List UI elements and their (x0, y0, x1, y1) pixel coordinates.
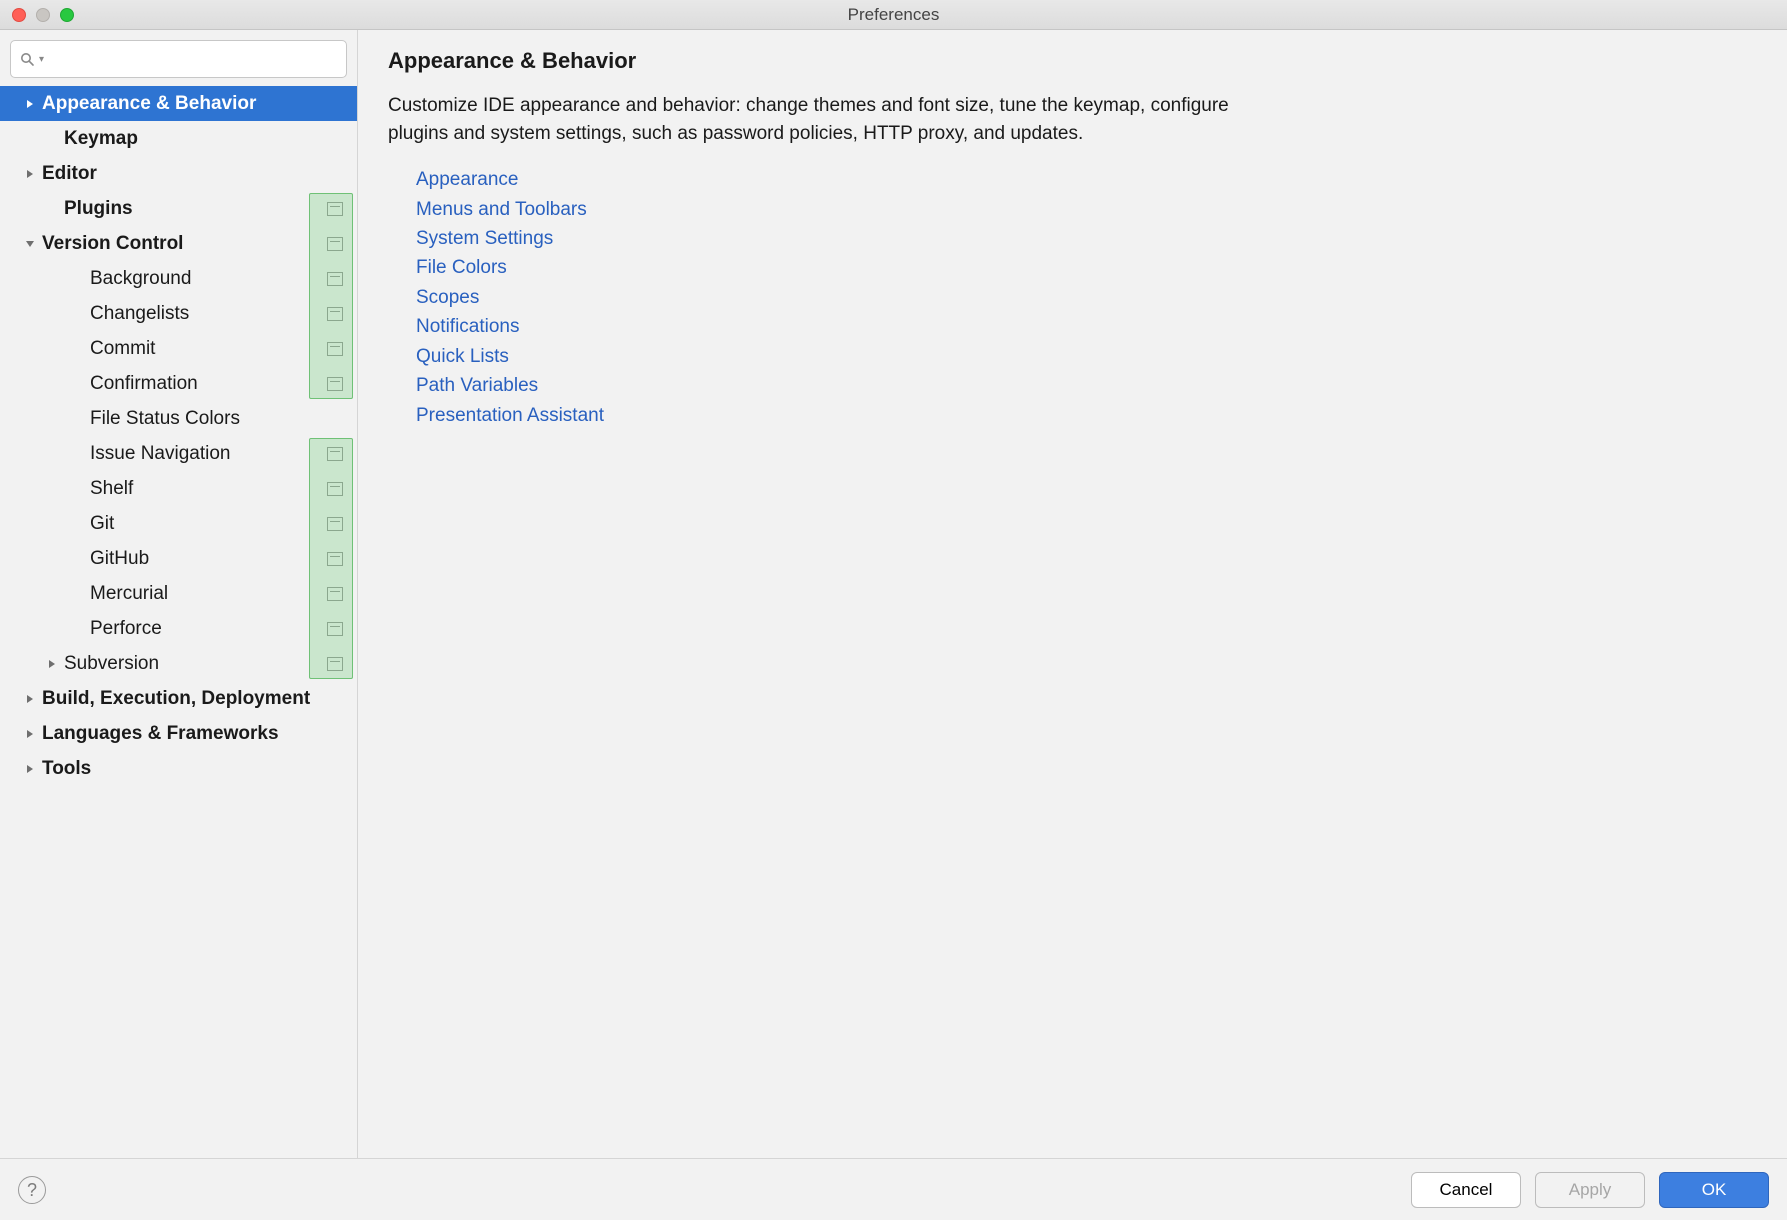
content-link[interactable]: Menus and Toolbars (416, 195, 1757, 224)
tree-item-label: Background (90, 268, 191, 290)
project-settings-icon (327, 552, 343, 566)
tree-item[interactable]: Mercurial (0, 576, 357, 611)
sidebar: ▾ Appearance & Behavior Keymap Editor Plugi… (0, 30, 358, 1158)
tree-item[interactable]: Git (0, 506, 357, 541)
project-settings-icon (327, 657, 343, 671)
project-settings-icon (327, 482, 343, 496)
content-link[interactable]: Presentation Assistant (416, 401, 1757, 430)
content-link[interactable]: Quick Lists (416, 342, 1757, 371)
tree-item-label: Build, Execution, Deployment (42, 688, 310, 710)
project-settings-icon (327, 202, 343, 216)
tree-item[interactable]: Tools (0, 751, 357, 786)
tree-item[interactable]: Background (0, 261, 357, 296)
settings-tree: Appearance & Behavior Keymap Editor Plugins… (0, 86, 357, 1158)
tree-item[interactable]: Languages & Frameworks (0, 716, 357, 751)
tree-item[interactable]: Plugins (0, 191, 357, 226)
chevron-right-icon (22, 99, 38, 109)
tree-item-label: Version Control (42, 233, 183, 255)
chevron-right-icon (22, 694, 38, 704)
tree-item[interactable]: Editor (0, 156, 357, 191)
tree-item-label: Tools (42, 758, 91, 780)
tree-item[interactable]: GitHub (0, 541, 357, 576)
main-area: ▾ Appearance & Behavior Keymap Editor Plugi… (0, 30, 1787, 1158)
project-settings-icon (327, 272, 343, 286)
project-settings-icon (327, 377, 343, 391)
chevron-right-icon (44, 659, 60, 669)
content-link[interactable]: Appearance (416, 165, 1757, 194)
content-pane: Appearance & Behavior Customize IDE appe… (358, 30, 1787, 1158)
tree-item-label: Languages & Frameworks (42, 723, 279, 745)
project-settings-icon (327, 342, 343, 356)
titlebar: Preferences (0, 0, 1787, 30)
tree-item[interactable]: Shelf (0, 471, 357, 506)
tree-item[interactable]: Issue Navigation (0, 436, 357, 471)
tree-item-label: Subversion (64, 653, 159, 675)
content-description: Customize IDE appearance and behavior: c… (388, 92, 1288, 147)
cancel-button[interactable]: Cancel (1411, 1172, 1521, 1208)
tree-item[interactable]: File Status Colors (0, 401, 357, 436)
content-link[interactable]: Notifications (416, 312, 1757, 341)
ok-button[interactable]: OK (1659, 1172, 1769, 1208)
footer: ? Cancel Apply OK (0, 1158, 1787, 1220)
tree-item-label: Git (90, 513, 114, 535)
project-settings-icon (327, 517, 343, 531)
tree-item-label: Shelf (90, 478, 133, 500)
chevron-right-icon (22, 169, 38, 179)
search-input[interactable] (48, 49, 338, 69)
search-icon (19, 51, 35, 67)
tree-item-label: Issue Navigation (90, 443, 230, 465)
chevron-right-icon (22, 729, 38, 739)
tree-item[interactable]: Confirmation (0, 366, 357, 401)
tree-item[interactable]: Commit (0, 331, 357, 366)
tree-item[interactable]: Perforce (0, 611, 357, 646)
window-title: Preferences (0, 5, 1787, 25)
content-link[interactable]: System Settings (416, 224, 1757, 253)
search-wrap: ▾ (0, 30, 357, 86)
project-settings-icon (327, 587, 343, 601)
tree-item-label: Plugins (64, 198, 133, 220)
project-settings-icon (327, 237, 343, 251)
search-box[interactable]: ▾ (10, 40, 347, 78)
tree-item-label: Keymap (64, 128, 138, 150)
content-link[interactable]: Path Variables (416, 371, 1757, 400)
tree-item-label: Confirmation (90, 373, 198, 395)
content-link[interactable]: Scopes (416, 283, 1757, 312)
apply-button[interactable]: Apply (1535, 1172, 1645, 1208)
tree-item[interactable]: Version Control (0, 226, 357, 261)
tree-item-label: File Status Colors (90, 408, 240, 430)
help-button[interactable]: ? (18, 1176, 46, 1204)
tree-item-label: GitHub (90, 548, 149, 570)
tree-item-label: Changelists (90, 303, 189, 325)
project-settings-icon (327, 447, 343, 461)
search-dropdown-icon[interactable]: ▾ (39, 54, 44, 65)
tree-item[interactable]: Keymap (0, 121, 357, 156)
chevron-right-icon (22, 764, 38, 774)
tree-item[interactable]: Build, Execution, Deployment (0, 681, 357, 716)
tree-item-label: Appearance & Behavior (42, 93, 256, 115)
content-link-list: AppearanceMenus and ToolbarsSystem Setti… (388, 165, 1757, 430)
tree-item-label: Editor (42, 163, 97, 185)
content-title: Appearance & Behavior (388, 48, 1757, 74)
tree-item[interactable]: Changelists (0, 296, 357, 331)
tree-item[interactable]: Subversion (0, 646, 357, 681)
content-link[interactable]: File Colors (416, 253, 1757, 282)
tree-item-label: Perforce (90, 618, 162, 640)
chevron-down-icon (22, 239, 38, 249)
tree-item-label: Mercurial (90, 583, 168, 605)
project-settings-icon (327, 622, 343, 636)
project-settings-icon (327, 307, 343, 321)
tree-item[interactable]: Appearance & Behavior (0, 86, 357, 121)
tree-item-label: Commit (90, 338, 155, 360)
